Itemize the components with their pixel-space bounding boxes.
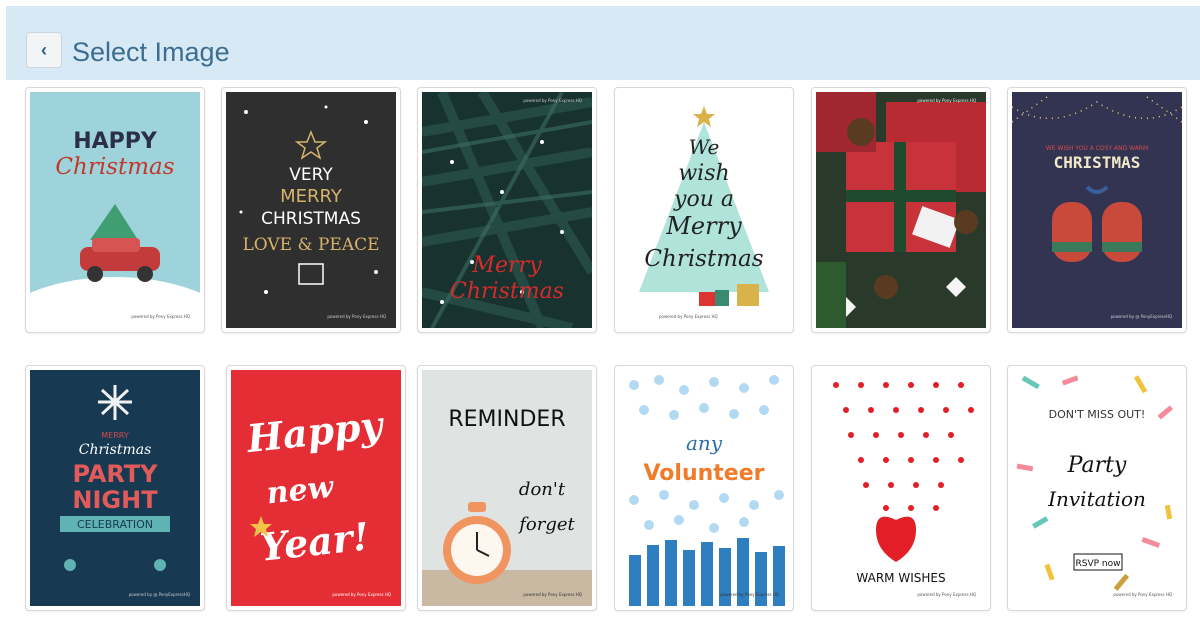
- card-footer: powered by Pony Express HQ: [720, 592, 779, 597]
- card-text: CELEBRATION: [77, 518, 153, 531]
- card-text: don't: [519, 479, 566, 500]
- image-card-very-merry-christmas[interactable]: VERY MERRY CHRISTMAS LOVE & PEACE powere…: [221, 87, 401, 333]
- card-text: Christmas: [450, 279, 564, 304]
- image-card-happy-christmas[interactable]: HAPPY Christmas powered by Pony Express …: [25, 87, 205, 333]
- page-title: Select Image: [72, 37, 230, 67]
- card-thumbnail: Happy new Year! powered by Pony Express …: [231, 370, 401, 606]
- card-text: Party: [1067, 453, 1127, 478]
- card-text: VERY: [289, 165, 333, 185]
- image-card-we-wish-tree[interactable]: We wish you a Merry Christmas powered by…: [614, 87, 794, 333]
- card-text: Invitation: [1047, 487, 1146, 511]
- card-text: forget: [517, 514, 575, 535]
- card-thumbnail: Merry Christmas powered by Pony Express …: [422, 92, 592, 328]
- card-text: PARTY: [72, 460, 158, 488]
- image-card-any-volunteer[interactable]: any Volunteer powered by Pony Express HQ: [614, 365, 794, 611]
- card-text: Volunteer: [643, 461, 764, 486]
- card-footer: powered by Pony Express HQ: [917, 592, 976, 597]
- card-thumbnail: REMINDER don't forget powered by Pony Ex…: [422, 370, 592, 606]
- card-text: any: [686, 431, 723, 455]
- card-text: HAPPY: [73, 129, 158, 154]
- card-footer: powered by Pony Express HQ: [131, 314, 190, 319]
- image-card-merry-christmas-pine[interactable]: Merry Christmas powered by Pony Express …: [417, 87, 597, 333]
- card-thumbnail: any Volunteer powered by Pony Express HQ: [619, 370, 789, 606]
- card-text: We: [689, 135, 720, 159]
- card-footer: powered by @ PonyExpressHQ: [1111, 314, 1172, 319]
- card-thumbnail: MERRY Christmas PARTY NIGHT CELEBRATION …: [30, 370, 200, 606]
- card-text: Christmas: [55, 154, 174, 180]
- image-card-reminder[interactable]: REMINDER don't forget powered by Pony Ex…: [417, 365, 597, 611]
- card-text: NIGHT: [72, 486, 158, 514]
- card-thumbnail: WE WISH YOU A COSY AND WARM CHRISTMAS po…: [1012, 92, 1182, 328]
- image-card-party-invitation[interactable]: DON'T MISS OUT! Party Invitation RSVP no…: [1007, 365, 1187, 611]
- card-text: Merry: [471, 253, 542, 278]
- card-text: WE WISH YOU A COSY AND WARM: [1046, 145, 1148, 152]
- header-bar: ‹ Select Image: [6, 6, 1200, 80]
- card-footer: powered by Pony Express HQ: [327, 314, 386, 319]
- card-footer: powered by Pony Express HQ: [917, 98, 976, 103]
- card-text: you a: [673, 187, 734, 212]
- select-image-page: ‹ Select Image HAPPY Christmas powered b…: [0, 0, 1200, 624]
- card-text: DON'T MISS OUT!: [1049, 408, 1146, 421]
- card-footer: powered by Pony Express HQ: [659, 314, 718, 319]
- image-card-cosy-christmas[interactable]: WE WISH YOU A COSY AND WARM CHRISTMAS po…: [1007, 87, 1187, 333]
- card-text: Christmas: [79, 442, 152, 458]
- card-text: WARM WISHES: [856, 571, 945, 585]
- card-text: RSVP now: [1076, 559, 1121, 569]
- card-text: LOVE & PEACE: [242, 235, 379, 255]
- card-text: Merry: [665, 212, 742, 240]
- card-thumbnail: DON'T MISS OUT! Party Invitation RSVP no…: [1012, 370, 1182, 606]
- card-text: MERRY: [280, 186, 343, 207]
- card-footer: powered by Pony Express HQ: [523, 98, 582, 103]
- card-footer: powered by Pony Express HQ: [1113, 592, 1172, 597]
- chevron-left-icon: ‹: [41, 39, 47, 60]
- card-footer: powered by @ PonyExpressHQ: [129, 592, 190, 597]
- card-text: wish: [678, 161, 729, 186]
- card-footer: powered by Pony Express HQ: [523, 592, 582, 597]
- card-thumbnail: VERY MERRY CHRISTMAS LOVE & PEACE powere…: [226, 92, 396, 328]
- card-thumbnail: WARM WISHES powered by Pony Express HQ: [816, 370, 986, 606]
- card-text: CHRISTMAS: [261, 209, 361, 229]
- card-text: new: [265, 470, 336, 512]
- card-text: Christmas: [644, 246, 763, 272]
- image-card-party-night[interactable]: MERRY Christmas PARTY NIGHT CELEBRATION …: [25, 365, 205, 611]
- card-text: REMINDER: [448, 407, 565, 432]
- image-card-happy-new-year[interactable]: Happy new Year! powered by Pony Express …: [226, 365, 406, 611]
- image-card-gift-boxes[interactable]: powered by Pony Express HQ: [811, 87, 991, 333]
- card-thumbnail: HAPPY Christmas powered by Pony Express …: [30, 92, 200, 328]
- card-text: MERRY: [101, 431, 129, 440]
- back-button[interactable]: ‹: [26, 32, 62, 68]
- card-thumbnail: powered by Pony Express HQ: [816, 92, 986, 328]
- card-thumbnail: We wish you a Merry Christmas powered by…: [619, 92, 789, 328]
- image-card-warm-wishes[interactable]: WARM WISHES powered by Pony Express HQ: [811, 365, 991, 611]
- card-text: CHRISTMAS: [1054, 153, 1141, 172]
- card-footer: powered by Pony Express HQ: [332, 592, 391, 597]
